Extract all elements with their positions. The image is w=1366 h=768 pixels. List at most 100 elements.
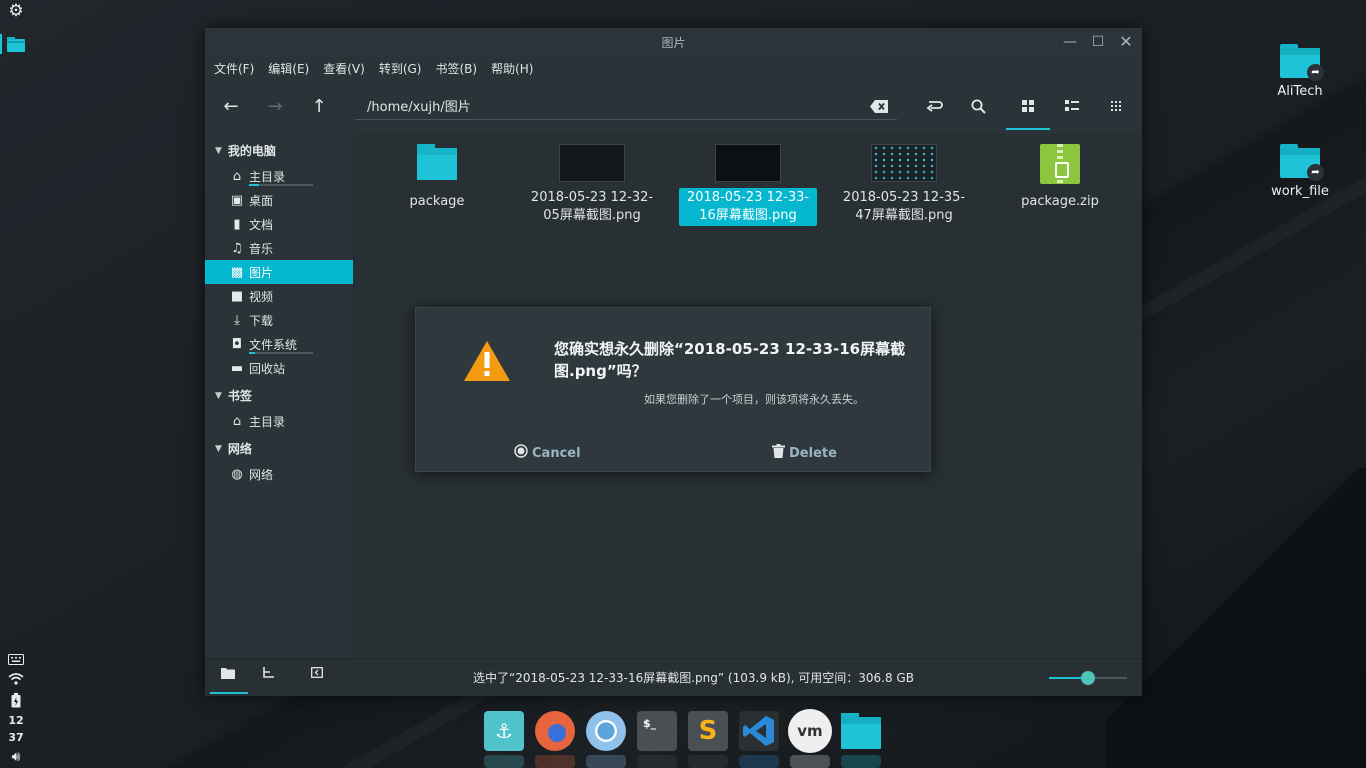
file-name: 2018-05-23 12-32-05屏幕截图.png <box>530 190 654 223</box>
wifi-icon[interactable] <box>0 672 32 686</box>
sidebar-item-trash[interactable]: ▬ 回收站 <box>205 356 353 380</box>
desktop-icon-work-file[interactable]: ➦ work_file <box>1260 144 1340 199</box>
list-view-icon[interactable] <box>1058 92 1086 120</box>
status-bar: 选中了“2018-05-23 12-33-16屏幕截图.png” (103.9 … <box>205 658 1142 696</box>
download-icon: ⤓ <box>234 312 240 328</box>
trash-icon <box>772 444 785 462</box>
sidebar: ▼ 我的电脑 ⌂ 主目录 ▣ 桌面 ▮ 文档 ♫ 音乐 ▩ 图片 ■ 视频 ⤓ 下载 ◘ 文件系统… <box>205 134 353 658</box>
clock-hour: 12 <box>8 713 24 727</box>
hide-sidebar-icon[interactable] <box>305 667 329 689</box>
maximize-button[interactable]: ☐ <box>1088 32 1108 52</box>
file-item-folder[interactable]: package <box>368 144 506 212</box>
disk-usage-bar <box>249 352 313 354</box>
files-launcher-icon[interactable] <box>0 34 32 54</box>
video-icon: ■ <box>230 288 244 304</box>
sidebar-header-bookmarks[interactable]: ▼ 书签 <box>215 387 252 404</box>
picture-icon: ▩ <box>230 264 244 280</box>
desktop-icon-label: work_file <box>1271 184 1329 199</box>
back-arrow-icon[interactable]: ← <box>217 92 245 120</box>
file-name: package.zip <box>1021 194 1099 209</box>
toolbar: ← → ↑ /home/xujh/图片 <box>205 80 1142 132</box>
up-arrow-icon[interactable]: ↑ <box>305 92 333 120</box>
dock-reflection <box>688 755 728 768</box>
menu-help[interactable]: 帮助(H) <box>491 60 533 77</box>
dock-reflection <box>739 755 779 768</box>
cancel-icon <box>514 444 528 462</box>
sidebar-item-bookmark-home[interactable]: ⌂ 主目录 <box>205 409 353 433</box>
file-item-image[interactable]: 2018-05-23 12-35-47屏幕截图.png <box>835 144 973 226</box>
sidebar-item-pictures[interactable]: ▩ 图片 <box>205 260 353 284</box>
active-indicator <box>0 34 2 54</box>
collapse-triangle-icon: ▼ <box>215 443 222 454</box>
dock-reflection <box>484 755 524 768</box>
file-item-image[interactable]: 2018-05-23 12-32-05屏幕截图.png <box>523 144 661 226</box>
show-tree-icon[interactable] <box>256 667 280 689</box>
image-thumbnail-icon <box>559 144 625 182</box>
dock-reflection <box>841 755 881 768</box>
zoom-slider-handle[interactable] <box>1081 671 1095 685</box>
show-places-icon[interactable] <box>216 667 240 689</box>
dock-files-icon[interactable] <box>841 711 881 751</box>
trash-icon: ▬ <box>230 360 244 376</box>
file-name: 2018-05-23 12-35-47屏幕截图.png <box>842 190 966 223</box>
dock-reflection <box>535 755 575 768</box>
dock-vscode-icon[interactable] <box>739 711 779 751</box>
toggle-location-icon[interactable] <box>920 92 948 120</box>
forward-arrow-icon[interactable]: → <box>261 92 289 120</box>
clear-path-icon[interactable] <box>865 92 893 120</box>
sidebar-header-computer[interactable]: ▼ 我的电脑 <box>215 142 276 159</box>
dock-sublime-icon[interactable]: S <box>688 711 728 751</box>
dock-anchor-icon[interactable]: ⚓ <box>484 711 524 751</box>
delete-button[interactable]: Delete <box>772 444 837 462</box>
sidebar-item-filesystem[interactable]: ◘ 文件系统 <box>205 332 353 356</box>
status-text: 选中了“2018-05-23 12-33-16屏幕截图.png” (103.9 … <box>473 671 914 685</box>
collapse-triangle-icon: ▼ <box>215 390 222 401</box>
dock-terminal-icon[interactable]: $_ <box>637 711 677 751</box>
desktop-icon: ▣ <box>230 192 244 208</box>
minimize-button[interactable]: — <box>1060 32 1080 52</box>
menu-file[interactable]: 文件(F) <box>214 60 254 77</box>
dock-vmware-icon[interactable]: vm <box>788 709 832 753</box>
filesystem-icon: ◘ <box>231 336 243 352</box>
network-icon: ◍ <box>231 466 243 482</box>
sidebar-item-downloads[interactable]: ⤓ 下载 <box>205 308 353 332</box>
warning-icon <box>464 341 510 381</box>
menu-edit[interactable]: 编辑(E) <box>268 60 309 77</box>
sidebar-item-network[interactable]: ◍ 网络 <box>205 462 353 486</box>
icon-view-icon[interactable] <box>1014 92 1042 120</box>
sidebar-item-desktop[interactable]: ▣ 桌面 <box>205 188 353 212</box>
file-item-image-selected[interactable]: 2018-05-23 12-33-16屏幕截图.png <box>679 144 817 226</box>
sidebar-header-network[interactable]: ▼ 网络 <box>215 440 252 457</box>
file-name: package <box>409 194 465 209</box>
battery-icon[interactable] <box>0 692 32 708</box>
music-icon: ♫ <box>231 240 243 256</box>
dialog-title: 您确实想永久删除“2018-05-23 12-33-16屏幕截图.png”吗？ <box>554 340 906 380</box>
dock-chromium-icon[interactable] <box>586 711 626 751</box>
sidebar-item-documents[interactable]: ▮ 文档 <box>205 212 353 236</box>
sidebar-item-home[interactable]: ⌂ 主目录 <box>205 164 353 188</box>
dock-firefox-icon[interactable] <box>535 711 575 751</box>
menu-go[interactable]: 转到(G) <box>379 60 422 77</box>
folder-icon <box>417 144 457 180</box>
sidebar-item-videos[interactable]: ■ 视频 <box>205 284 353 308</box>
location-path-input[interactable]: /home/xujh/图片 <box>355 90 897 120</box>
menu-bookmarks[interactable]: 书签(B) <box>435 60 477 77</box>
keyboard-icon[interactable] <box>0 652 32 666</box>
cancel-button[interactable]: Cancel <box>514 444 581 462</box>
settings-gear-icon[interactable]: ⚙ <box>0 0 32 22</box>
active-view-indicator <box>1006 128 1050 130</box>
sidebar-item-music[interactable]: ♫ 音乐 <box>205 236 353 260</box>
search-icon[interactable] <box>964 92 992 120</box>
desktop-icon-alitech[interactable]: ➦ AliTech <box>1260 44 1340 99</box>
menu-view[interactable]: 查看(V) <box>323 60 365 77</box>
window-title: 图片 <box>661 36 686 50</box>
zip-archive-icon <box>1040 144 1080 184</box>
file-item-zip[interactable]: package.zip <box>991 144 1129 212</box>
home-icon: ⌂ <box>232 413 242 429</box>
file-name: 2018-05-23 12-33-16屏幕截图.png <box>679 188 817 226</box>
compact-view-icon[interactable] <box>1102 92 1130 120</box>
title-bar[interactable]: 图片 — ☐ ✕ <box>205 28 1142 56</box>
close-button[interactable]: ✕ <box>1116 32 1136 52</box>
volume-icon[interactable]: 🔊︎ <box>0 749 32 765</box>
dock-reflection <box>586 755 626 768</box>
